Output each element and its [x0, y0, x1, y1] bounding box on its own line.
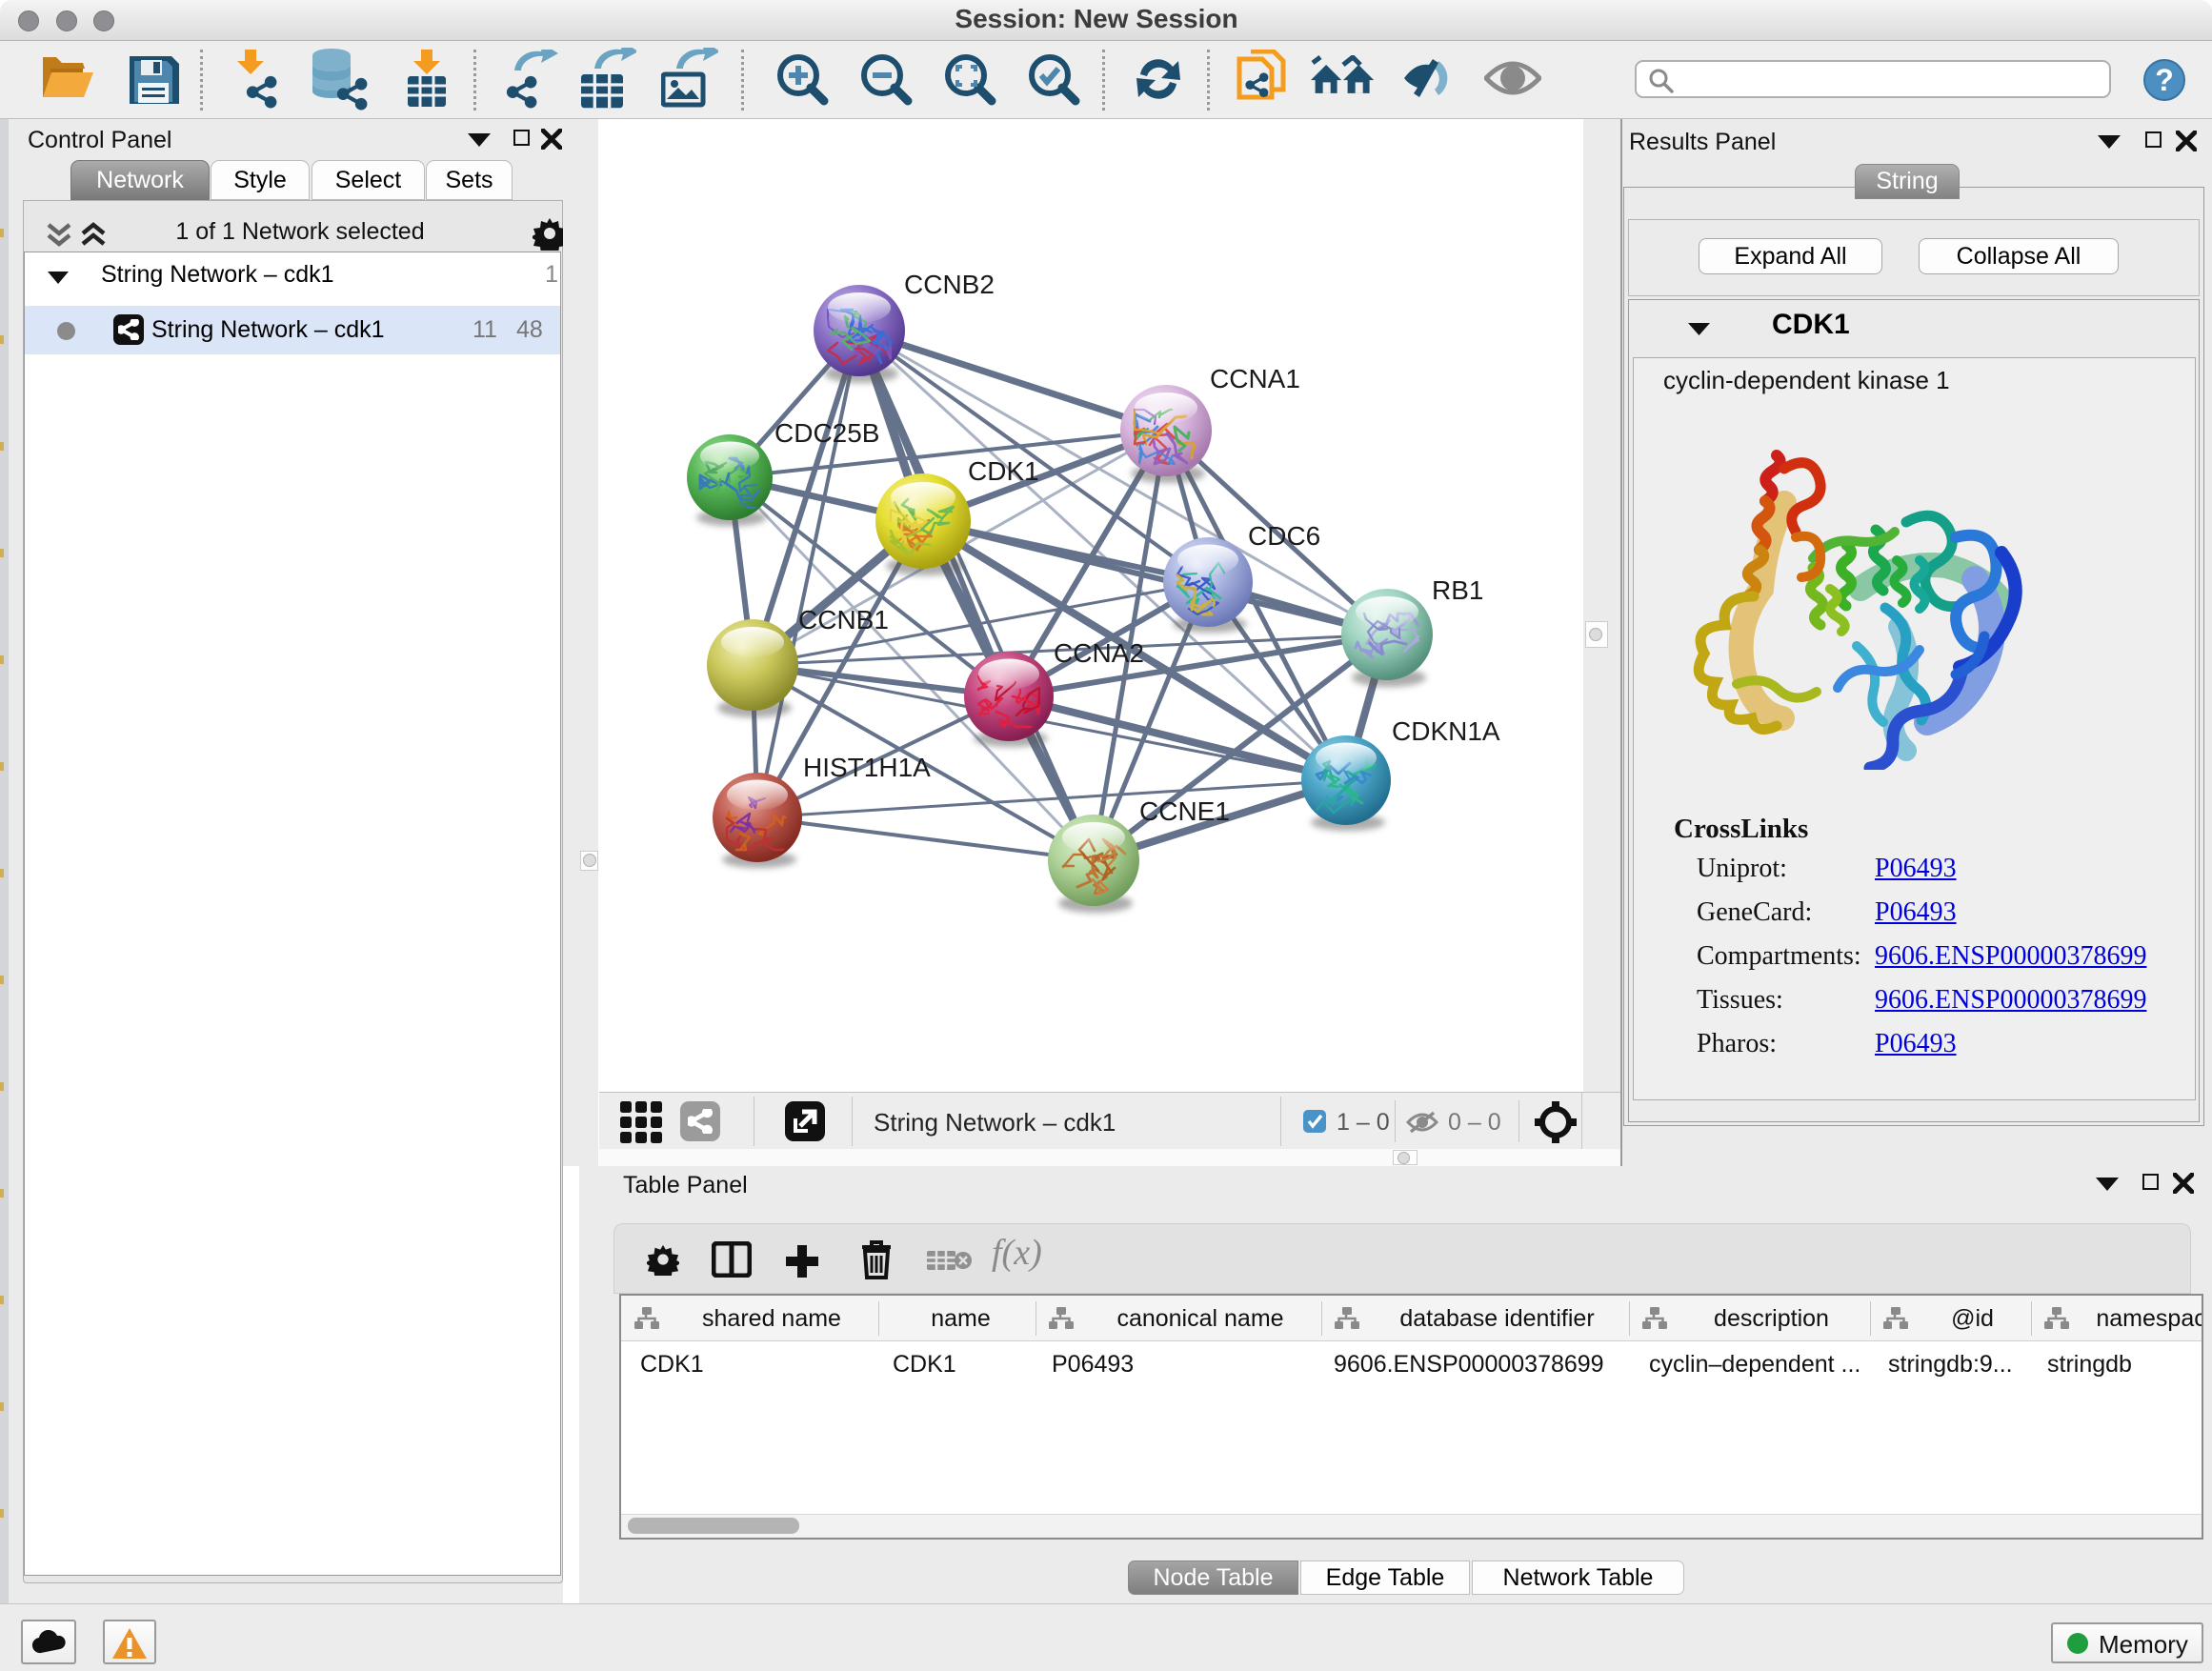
svg-text:CCNE1: CCNE1 — [1139, 796, 1230, 826]
svg-text:RB1: RB1 — [1432, 575, 1483, 605]
svg-text:CCNA2: CCNA2 — [1054, 638, 1144, 668]
svg-text:CDC6: CDC6 — [1248, 521, 1320, 551]
svg-text:CCNB1: CCNB1 — [798, 605, 889, 634]
svg-text:HIST1H1A: HIST1H1A — [803, 753, 931, 782]
svg-text:CDK1: CDK1 — [968, 456, 1039, 486]
svg-text:CDC25B: CDC25B — [774, 418, 879, 448]
svg-text:CCNB2: CCNB2 — [904, 270, 995, 299]
svg-text:CDKN1A: CDKN1A — [1392, 716, 1500, 746]
svg-text:CCNA1: CCNA1 — [1210, 364, 1300, 393]
